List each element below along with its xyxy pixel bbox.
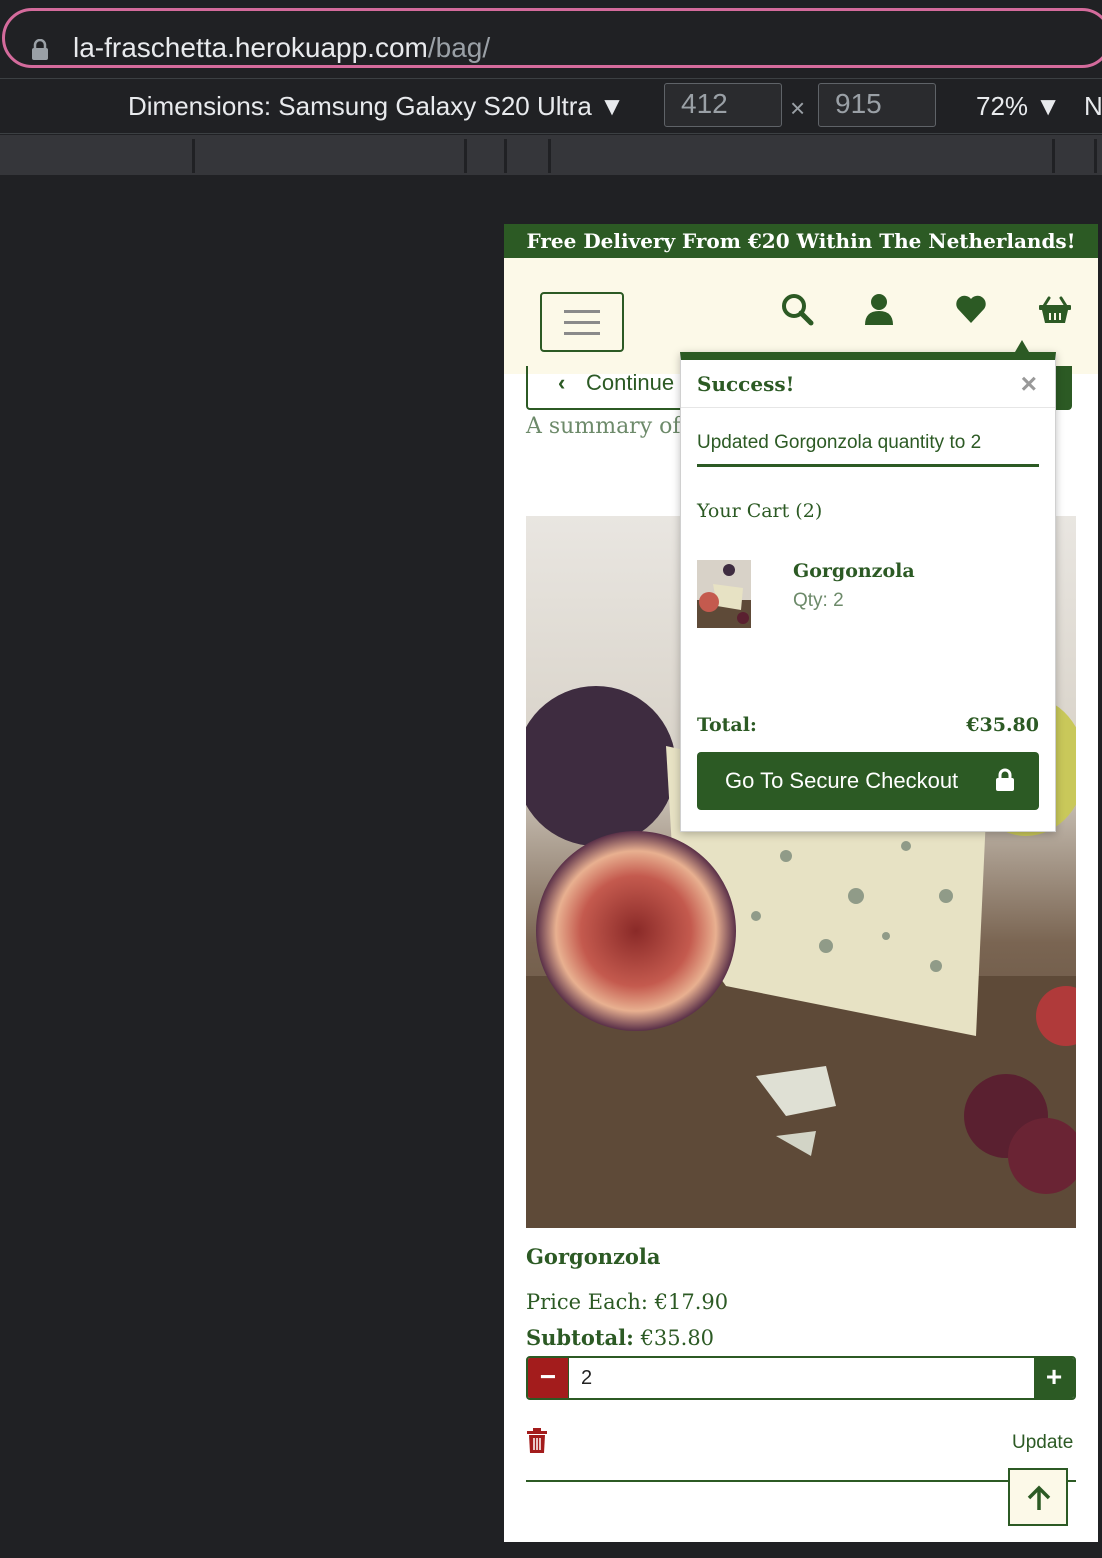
zoom-select[interactable]: 72% ▼ (976, 91, 1061, 122)
arrow-up-icon (1027, 1485, 1051, 1510)
device-toolbar: Dimensions: Samsung Galaxy S20 Ultra ▼ 4… (0, 78, 1102, 134)
continue-label: Continue (586, 370, 675, 395)
url-path: /bag/ (427, 32, 491, 63)
chevron-left-icon: ‹ (558, 370, 566, 395)
success-toast: Success! × Updated Gorgonzola quantity t… (680, 340, 1056, 832)
ruler-separator (192, 139, 195, 173)
quantity-input[interactable]: 2 (568, 1358, 1036, 1398)
mobile-viewport: Free Delivery From €20 Within The Nether… (504, 224, 1098, 1542)
basket-icon[interactable] (1038, 292, 1072, 326)
close-icon[interactable]: × (1021, 368, 1037, 400)
total-value: €35.80 (966, 714, 1039, 736)
quantity-stepper: − 2 + (526, 1356, 1076, 1400)
ruler-separator (504, 139, 507, 173)
cart-item-qty: Qty: 2 (793, 590, 844, 611)
url-host: la-fraschetta.herokuapp.com (73, 32, 428, 63)
update-link[interactable]: Update (1012, 1432, 1073, 1454)
device-select[interactable]: Dimensions: Samsung Galaxy S20 Ultra ▼ (128, 91, 625, 122)
total-label: Total: (697, 714, 757, 736)
search-icon[interactable] (780, 292, 814, 326)
width-input[interactable]: 412 (664, 83, 782, 127)
trash-icon[interactable] (526, 1428, 548, 1454)
heart-icon[interactable] (954, 292, 988, 326)
ruler-separator (548, 139, 551, 173)
subtotal: Subtotal: €35.80 (526, 1325, 714, 1350)
browser-address-bar: la-fraschetta.herokuapp.com/bag/ (0, 0, 1102, 78)
height-input[interactable]: 915 (818, 83, 936, 127)
checkout-label: Go To Secure Checkout (725, 768, 959, 793)
secure-checkout-button[interactable]: Go To Secure Checkout (697, 752, 1039, 810)
url-field[interactable]: la-fraschetta.herokuapp.com/bag/ (2, 8, 1102, 68)
divider (526, 1480, 1076, 1482)
user-icon[interactable] (862, 292, 896, 326)
subtotal-value: €35.80 (640, 1326, 715, 1350)
hamburger-icon[interactable] (540, 292, 624, 352)
delivery-banner: Free Delivery From €20 Within The Nether… (504, 224, 1098, 258)
ruler-separator (1094, 139, 1097, 173)
dimension-times: × (790, 93, 806, 123)
decrement-button[interactable]: − (528, 1358, 568, 1398)
toast-arrow (1015, 340, 1029, 352)
toast-message: Updated Gorgonzola quantity to 2 (697, 432, 1039, 467)
media-query-bar (0, 135, 1102, 175)
product-name: Gorgonzola (526, 1244, 661, 1269)
toast-header: Success! × (681, 360, 1055, 408)
price-each: Price Each: €17.90 (526, 1290, 729, 1314)
url-text: la-fraschetta.herokuapp.com/bag/ (73, 32, 490, 64)
back-to-top-button[interactable] (1008, 1468, 1068, 1526)
bag-summary-text: A summary of (526, 414, 681, 439)
increment-button[interactable]: + (1034, 1358, 1074, 1398)
subtotal-label: Subtotal: (526, 1325, 634, 1350)
truncated-option[interactable]: N (1084, 91, 1102, 122)
lock-icon (996, 768, 1014, 791)
cart-item-name: Gorgonzola (793, 560, 915, 582)
lock-icon (32, 39, 48, 60)
cart-item-thumbnail (697, 560, 751, 628)
ruler-separator (464, 139, 467, 173)
toast-title: Success! (697, 372, 795, 396)
ruler-separator (1052, 139, 1055, 173)
cart-count: Your Cart (2) (697, 500, 823, 522)
